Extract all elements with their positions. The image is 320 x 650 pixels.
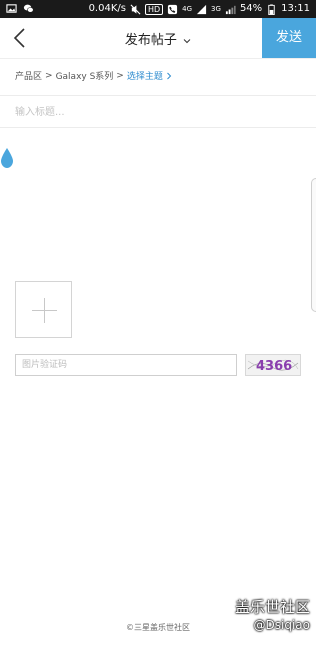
breadcrumb-separator: >	[45, 70, 53, 81]
send-button[interactable]: 发送	[262, 18, 316, 58]
back-arrow-icon[interactable]	[10, 26, 32, 50]
network-speed: 0.04K/s	[88, 3, 126, 14]
signal-icon	[196, 4, 207, 14]
signal-bars-icon	[225, 5, 236, 14]
breadcrumb-separator: >	[116, 70, 124, 81]
chevron-right-icon	[167, 72, 172, 79]
image-icon	[6, 4, 17, 13]
chevron-down-icon	[183, 38, 191, 43]
status-right: 0.04K/s HD 4G 3G 54% 13:11	[89, 2, 310, 16]
wechat-icon	[23, 4, 34, 13]
drop-icon[interactable]	[0, 147, 14, 169]
select-topic-link[interactable]: 选择主题	[127, 69, 163, 82]
watermark: 盖乐世社区 @Dsiqiao	[235, 597, 310, 633]
mute-icon	[130, 4, 141, 14]
breadcrumb-section[interactable]: Galaxy S系列	[56, 69, 114, 82]
add-image-button[interactable]	[15, 281, 72, 338]
captcha-code: 4366	[256, 359, 292, 374]
hd-badge: HD	[144, 3, 164, 15]
divider	[0, 95, 316, 96]
side-drawer-handle[interactable]	[311, 178, 316, 312]
battery-percent: 54%	[239, 3, 263, 14]
network-3g: 3G	[211, 5, 221, 13]
breadcrumb-root[interactable]: 产品区	[15, 69, 42, 82]
network-4g: 4G	[182, 5, 193, 13]
divider	[0, 127, 316, 128]
watermark-handle: @Dsiqiao	[253, 618, 310, 632]
page-title-text: 发布帖子	[124, 33, 177, 48]
post-type-selector[interactable]: 发布帖子	[125, 33, 191, 48]
captcha-input[interactable]	[15, 354, 237, 376]
content-editor[interactable]	[20, 140, 300, 270]
clock: 13:11	[281, 3, 310, 14]
status-left	[6, 3, 34, 14]
status-bar: 0.04K/s HD 4G 3G 54% 13:11	[0, 0, 316, 18]
app-header: 发布帖子 发送	[0, 18, 316, 59]
phone-icon	[168, 4, 178, 14]
watermark-title: 盖乐世社区	[234, 598, 310, 616]
breadcrumb: 产品区 > Galaxy S系列 > 选择主题	[15, 69, 172, 82]
plus-icon-vertical	[44, 298, 45, 323]
captcha-image[interactable]: 4366	[245, 354, 301, 376]
title-input[interactable]	[15, 100, 301, 124]
captcha-graphic: 4366	[247, 359, 299, 374]
battery-icon	[268, 3, 275, 15]
